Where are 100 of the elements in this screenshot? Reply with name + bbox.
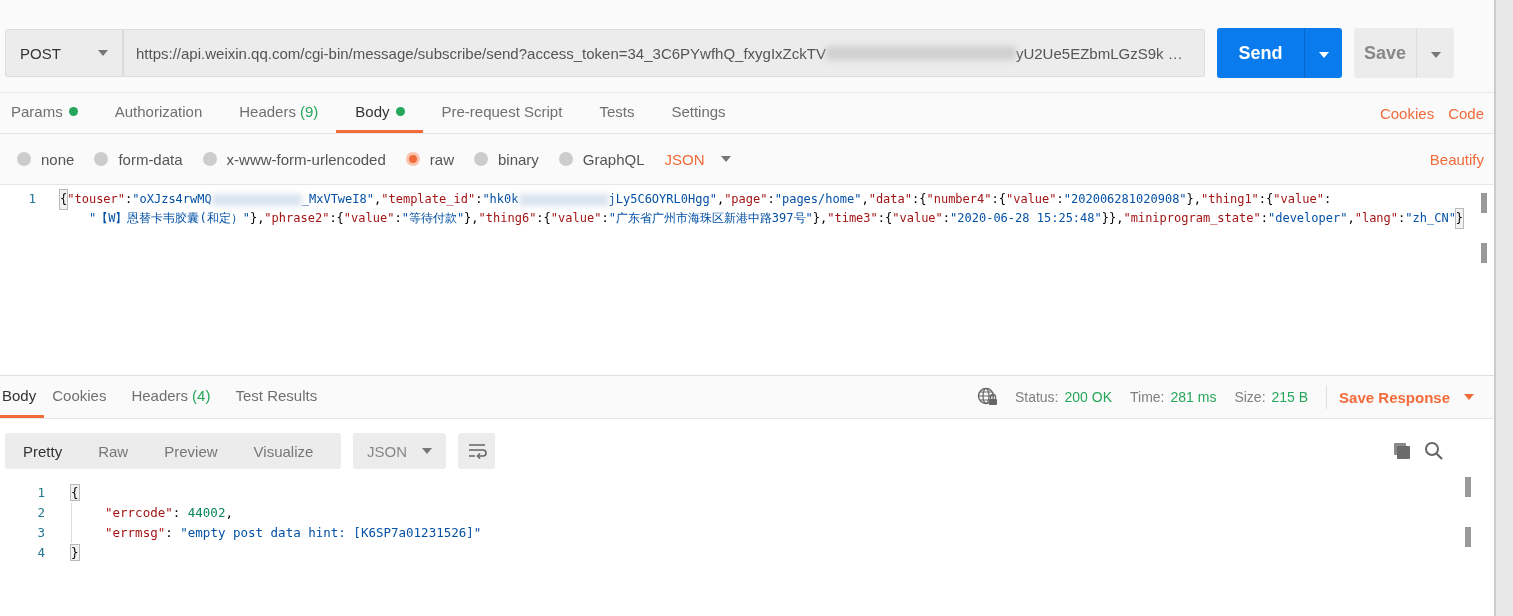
json-punctuation: },: [249, 210, 265, 227]
json-string: "202006281020908": [1063, 191, 1187, 208]
scrollbar-thumb[interactable]: [1465, 527, 1471, 547]
copy-icon[interactable]: [1392, 441, 1412, 461]
matched-bracket: }: [1455, 209, 1464, 228]
matched-bracket: {: [71, 485, 79, 500]
json-punctuation: :{: [536, 210, 551, 227]
json-string: "zh_CN": [1405, 210, 1456, 227]
json-punctuation: :{: [329, 210, 344, 227]
header-link[interactable]: Code: [1448, 104, 1484, 122]
line-number: 3: [36, 524, 45, 542]
json-punctuation: :: [942, 210, 951, 227]
size-label: Size:: [1234, 389, 1266, 405]
request-tab[interactable]: Settings: [671, 93, 744, 133]
request-tab[interactable]: Tests: [599, 93, 653, 133]
caret-icon: [1318, 51, 1329, 58]
json-string: "oXJzs4rwMQ: [132, 191, 212, 208]
json-punctuation: :{: [877, 210, 893, 227]
json-punctuation: }},: [1101, 210, 1124, 227]
scrollbar-thumb[interactable]: [1465, 477, 1471, 497]
json-string: _MxVTweI8": [301, 191, 374, 208]
line-number: 1: [36, 484, 45, 502]
body-type-radio[interactable]: x-www-form-urlencoded: [202, 150, 386, 168]
view-mode-button[interactable]: Raw: [80, 442, 147, 460]
json-punctuation: :: [1056, 191, 1064, 208]
view-mode-button[interactable]: Visualize: [235, 442, 332, 460]
response-tab[interactable]: Cookies: [52, 376, 115, 418]
method-dropdown[interactable]: POST: [5, 29, 123, 77]
json-punctuation: ,: [1347, 210, 1355, 227]
json-string: "【W】恩替卡韦胶囊(和定）": [89, 210, 250, 227]
json-key: "number4": [926, 190, 992, 209]
body-type-radio[interactable]: GraphQL: [558, 150, 645, 168]
line-number: 1: [28, 191, 36, 206]
caret-icon: [1430, 51, 1441, 58]
request-tab[interactable]: Headers (9): [239, 93, 337, 133]
json-key: "touser": [67, 190, 126, 209]
line-number: 4: [36, 544, 45, 562]
json-key: "value": [1005, 190, 1057, 209]
view-mode-button[interactable]: Preview: [146, 442, 236, 460]
time-value: 281 ms: [1170, 389, 1217, 405]
json-key: "errmsg": [105, 525, 166, 540]
header-link[interactable]: Cookies: [1379, 104, 1435, 122]
request-tab[interactable]: Authorization: [114, 93, 221, 133]
json-punctuation: :: [165, 525, 174, 540]
body-type-radio[interactable]: none: [17, 150, 75, 168]
json-punctuation: :: [1398, 210, 1406, 227]
json-punctuation: :: [394, 210, 402, 227]
matched-bracket: {: [60, 190, 68, 209]
request-tab[interactable]: Pre-request Script: [441, 93, 581, 133]
request-tab[interactable]: Params: [11, 93, 96, 133]
beautify-link[interactable]: Beautify: [1429, 150, 1484, 168]
json-string: "empty post data hint: [K6SP7a01231526]": [180, 525, 482, 540]
response-tab[interactable]: Test Results: [235, 376, 326, 418]
view-mode-button[interactable]: Pretty: [5, 442, 81, 460]
send-options-button[interactable]: [1304, 28, 1342, 78]
format-dropdown[interactable]: JSON: [664, 150, 731, 168]
url-field[interactable]: https://api.weixin.qq.com/cgi-bin/message/subscribe/send?access_token=34_3C6PYwfhQ_fxygIxZckTV yU2Ue5EZbmLGzS9k …: [123, 29, 1205, 77]
json-punctuation: :: [767, 191, 775, 208]
globe-lock-icon[interactable]: [976, 387, 999, 407]
window-scrollbar[interactable]: [1496, 0, 1513, 616]
format-dropdown[interactable]: JSON: [353, 433, 446, 469]
json-punctuation: :{: [912, 191, 927, 208]
json-string: jLy5C6OYRL0Hgg": [608, 191, 717, 208]
json-punctuation: },: [464, 210, 479, 227]
body-type-radio[interactable]: form-data: [94, 150, 183, 168]
scrollbar-thumb[interactable]: [1481, 243, 1487, 263]
json-string: "developer": [1267, 210, 1348, 227]
save-options-button[interactable]: [1416, 28, 1454, 78]
json-punctuation: :: [475, 191, 483, 208]
json-key: "value": [1273, 190, 1324, 209]
json-punctuation: ,: [374, 191, 382, 208]
json-punctuation: ,: [861, 191, 869, 208]
body-type-radio[interactable]: raw: [405, 150, 454, 168]
json-punctuation: :: [1260, 210, 1268, 227]
json-string: "广东省广州市海珠区新港中路397号": [608, 210, 813, 227]
json-key: "value": [892, 209, 943, 228]
json-punctuation: ,: [716, 191, 725, 208]
json-key: "thing1": [1201, 190, 1259, 209]
response-tab[interactable]: Headers (4): [131, 376, 219, 418]
matched-bracket: }: [71, 545, 79, 560]
save-response-button[interactable]: Save Response: [1339, 388, 1474, 406]
json-string: "hk0k: [482, 191, 519, 208]
json-key: "template_id": [381, 190, 476, 209]
json-key: "value": [550, 209, 602, 228]
scrollbar-thumb[interactable]: [1481, 193, 1487, 213]
body-type-radio[interactable]: binary: [473, 150, 539, 168]
json-key: "phrase2": [264, 209, 330, 228]
json-key: "page": [724, 190, 768, 209]
wrap-lines-button[interactable]: [458, 433, 495, 469]
json-number: 44002: [187, 505, 226, 520]
search-icon[interactable]: [1424, 441, 1444, 461]
json-key: "lang": [1354, 209, 1399, 228]
caret-icon: [720, 156, 731, 162]
json-key: "miniprogram_state": [1123, 209, 1261, 228]
json-punctuation: :: [601, 210, 609, 227]
status-value: 200 OK: [1064, 389, 1112, 405]
request-tab[interactable]: Body: [336, 93, 423, 133]
send-button[interactable]: Send: [1217, 28, 1304, 78]
json-punctuation: :: [172, 505, 182, 520]
save-button[interactable]: Save: [1354, 28, 1416, 78]
